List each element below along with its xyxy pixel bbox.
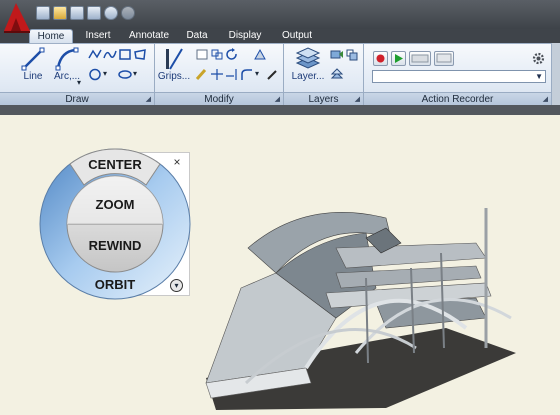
arc-button[interactable]: Arc,... <box>50 47 84 82</box>
layers-panel-label: Layers <box>308 94 339 105</box>
tab-output[interactable]: Output <box>279 29 315 43</box>
wheel-menu-icon[interactable]: ▾ <box>170 279 183 292</box>
redo-icon[interactable] <box>121 6 135 20</box>
ribbon-bottom-strip <box>0 105 560 115</box>
play-icon <box>395 54 403 63</box>
ellipse-dropdown-icon[interactable]: ▾ <box>133 69 137 78</box>
layers-panel-title[interactable]: Layers ◢ <box>284 92 363 106</box>
ribbon-scroll-edge <box>552 43 560 105</box>
spline-icon[interactable] <box>103 48 117 61</box>
trim-icon[interactable] <box>210 68 224 81</box>
circle-dropdown-icon[interactable]: ▾ <box>103 69 107 78</box>
chevron-down-icon: ▼ <box>535 72 543 81</box>
tab-annotate[interactable]: Annotate <box>126 29 172 43</box>
action-recorder-panel-title[interactable]: Action Recorder ◢ <box>364 92 551 106</box>
insert-message-button[interactable] <box>409 51 431 66</box>
layer-properties-button[interactable]: Layer... <box>290 47 326 82</box>
new-icon[interactable] <box>36 6 50 20</box>
ribbon-tab-bar: Home Insert Annotate Data Display Output <box>0 29 560 43</box>
modify-panel-label: Modify <box>204 94 234 105</box>
open-icon[interactable] <box>53 6 67 20</box>
layers-icon <box>295 47 321 69</box>
draw-panel: Line Arc,... ▾ ▾ ▾ Draw ◢ <box>0 44 155 106</box>
quick-access-toolbar <box>36 6 135 22</box>
grips-icon <box>166 48 183 70</box>
gear-icon[interactable] <box>531 51 546 66</box>
orbit-label[interactable]: ORBIT <box>38 277 192 292</box>
layer-isolate-icon[interactable] <box>345 48 359 61</box>
modify-panel-title[interactable]: Modify ◢ <box>155 92 283 106</box>
grips-label: Grips... <box>157 71 191 82</box>
grips-button[interactable]: Grips... <box>157 47 191 82</box>
move-icon[interactable] <box>210 48 224 61</box>
draw-panel-label: Draw <box>65 94 89 105</box>
arc-dropdown-icon[interactable]: ▾ <box>77 78 81 87</box>
line-label: Line <box>23 71 43 82</box>
title-bar <box>0 0 560 29</box>
save-icon[interactable] <box>70 6 84 20</box>
request-input-icon <box>436 53 452 63</box>
extend-icon[interactable] <box>225 68 239 81</box>
rewind-label[interactable]: REWIND <box>38 238 192 253</box>
polyline-icon[interactable] <box>88 48 102 61</box>
copy-icon[interactable] <box>195 48 209 61</box>
request-input-button[interactable] <box>434 51 454 66</box>
center-label[interactable]: CENTER <box>38 157 192 172</box>
ellipse-icon[interactable] <box>118 68 132 81</box>
play-button[interactable] <box>391 51 406 66</box>
record-button[interactable] <box>373 51 388 66</box>
layers-panel: Layer... Layers ◢ <box>284 44 364 106</box>
stretch-icon[interactable] <box>253 48 267 61</box>
polygon-icon[interactable] <box>133 48 147 61</box>
layer-match-icon[interactable] <box>330 68 344 81</box>
action-macro-dropdown[interactable]: ▼ <box>372 70 546 83</box>
arc-icon <box>55 47 79 71</box>
tab-data[interactable]: Data <box>181 29 213 43</box>
rectangle-icon[interactable] <box>118 48 132 61</box>
zoom-label[interactable]: ZOOM <box>38 197 192 212</box>
message-icon <box>411 54 429 63</box>
undo-icon[interactable] <box>104 6 118 20</box>
layer-label: Layer... <box>291 71 325 82</box>
modify-panel: Grips... ▾ Modify ◢ <box>155 44 284 106</box>
layer-state-icon[interactable] <box>330 48 344 61</box>
tab-home[interactable]: Home <box>29 29 73 43</box>
record-icon <box>376 54 385 63</box>
plot-icon[interactable] <box>87 6 101 20</box>
close-icon[interactable]: × <box>170 155 184 169</box>
tab-display[interactable]: Display <box>225 29 265 43</box>
draw-panel-title[interactable]: Draw ◢ <box>0 92 154 106</box>
tab-insert[interactable]: Insert <box>80 29 116 43</box>
explode-icon[interactable] <box>265 68 279 81</box>
line-icon <box>21 47 45 71</box>
fillet-dropdown-icon[interactable]: ▾ <box>255 69 259 78</box>
circle-icon[interactable] <box>88 68 102 81</box>
app-logo-icon[interactable] <box>2 1 32 33</box>
ribbon: Line Arc,... ▾ ▾ ▾ Draw ◢ Grips... ▾ Mod… <box>0 43 560 106</box>
line-button[interactable]: Line <box>18 47 48 82</box>
erase-icon[interactable] <box>195 68 209 81</box>
action-recorder-panel-label: Action Recorder <box>421 94 494 105</box>
3d-model-viewport[interactable] <box>186 178 526 413</box>
fillet-icon[interactable] <box>240 68 254 81</box>
rotate-icon[interactable] <box>225 48 239 61</box>
